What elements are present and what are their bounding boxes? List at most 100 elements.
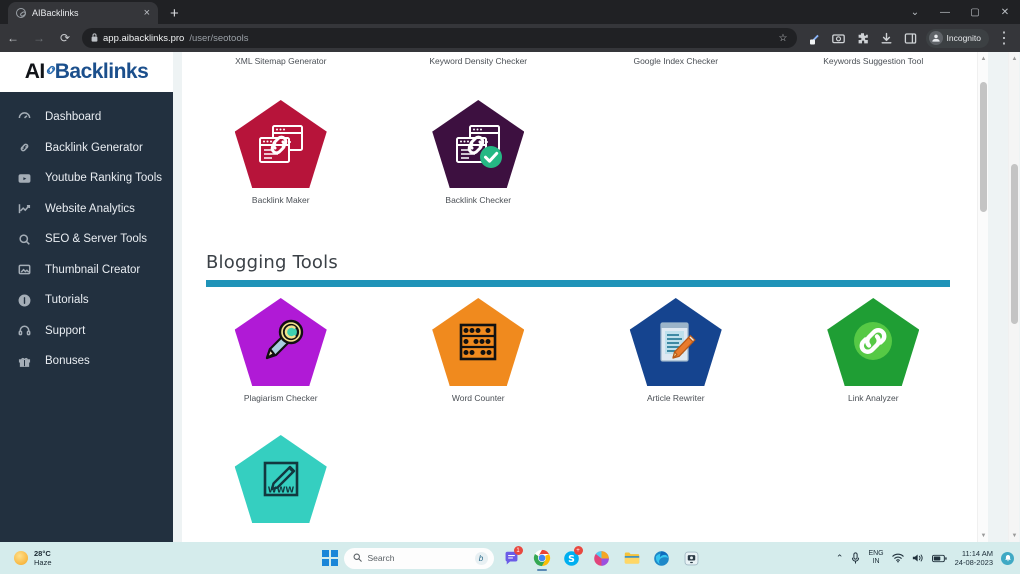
media-player-icon[interactable] (680, 545, 704, 571)
tool-tile-backlink-maker[interactable]: Backlink Maker (182, 100, 380, 205)
sidebar-item-support[interactable]: Support (0, 316, 173, 347)
mic-icon[interactable] (851, 552, 860, 564)
scroll-down-arrow-icon[interactable]: ▼ (978, 530, 988, 541)
windows-taskbar: 28°C Haze Search b 1 S + ⌃ ENG IN 11:14 … (0, 542, 1020, 574)
maximize-icon[interactable]: ▢ (960, 0, 990, 24)
sidebar-item-seo-server-tools[interactable]: SEO & Server Tools (0, 224, 173, 255)
incognito-avatar-icon (928, 31, 943, 45)
tab-strip: AIBacklinks × + ⌄ — ▢ ✕ (0, 0, 1020, 24)
sidebar-item-bonuses[interactable]: Bonuses (0, 346, 173, 377)
minimize-icon[interactable]: — (930, 0, 960, 24)
sidebar-item-dashboard[interactable]: Dashboard (0, 102, 173, 133)
content-scrollbar[interactable]: ▲ ▼ (977, 52, 988, 542)
tools-panel: XML Sitemap Generator Keyword Density Ch… (182, 52, 988, 542)
notification-icon[interactable] (1001, 551, 1014, 565)
chat-teams-icon[interactable]: 1 (500, 545, 524, 571)
language-line2: IN (872, 558, 880, 565)
scroll-up-arrow-icon[interactable]: ▲ (978, 53, 988, 64)
search-icon (18, 233, 31, 246)
tool-label-keyword-density-checker[interactable]: Keyword Density Checker (380, 56, 578, 66)
bing-icon[interactable]: b (474, 551, 488, 565)
wifi-icon[interactable] (891, 553, 904, 563)
microsoft-edge-icon[interactable] (650, 545, 674, 571)
incognito-indicator[interactable]: Incognito (925, 28, 989, 48)
start-button[interactable] (322, 550, 338, 566)
file-explorer-icon[interactable] (620, 545, 644, 571)
tool-tile-word-counter[interactable]: Word Counter (380, 298, 578, 403)
system-tray: ⌃ ENG IN 11:14 AM 24-08-2023 (836, 549, 1014, 568)
search-placeholder: Search (367, 553, 395, 563)
clock-date: 24-08-2023 (954, 558, 993, 567)
tray-overflow-chevron-icon[interactable]: ⌃ (836, 553, 844, 564)
backlink-checker-icon (432, 100, 525, 188)
close-icon[interactable]: × (144, 7, 150, 19)
page-scroll-up-arrow-icon[interactable]: ▲ (1009, 53, 1020, 64)
weather-condition: Haze (34, 558, 52, 567)
battery-icon[interactable] (931, 554, 947, 563)
blogging-tiles-row-2: WWW (182, 435, 972, 530)
taskbar-search-input[interactable]: Search b (343, 547, 494, 569)
blogging-tools-section-header: Blogging Tools (206, 252, 966, 287)
sidebar-item-tutorials[interactable]: Tutorials (0, 285, 173, 316)
tool-tile-label: Backlink Checker (445, 195, 512, 205)
tool-tile-plagiarism-checker[interactable]: Plagiarism Checker (182, 298, 380, 403)
tab-search-icon[interactable]: ⌄ (900, 0, 930, 24)
bookmark-star-icon[interactable]: ☆ (779, 33, 788, 44)
page-viewport: AI Backlinks Dashboard Backlink Generato… (0, 52, 1020, 542)
close-window-icon[interactable]: ✕ (990, 0, 1020, 24)
chat-badge-count: 1 (513, 546, 523, 555)
taskbar-center-group: Search b 1 S + (322, 545, 704, 571)
sidebar-item-backlink-generator[interactable]: Backlink Generator (0, 133, 173, 164)
extensions-puzzle-icon[interactable] (851, 24, 875, 52)
weather-temperature: 28°C (34, 548, 51, 558)
reload-icon[interactable]: ⟳ (52, 24, 78, 52)
content-scrollbar-thumb[interactable] (980, 82, 987, 212)
weather-widget[interactable]: 28°C Haze (0, 549, 52, 568)
downloads-icon[interactable] (875, 24, 899, 52)
back-icon[interactable]: ← (0, 24, 26, 52)
language-indicator[interactable]: ENG IN (868, 550, 883, 566)
sidebar-item-label: Thumbnail Creator (45, 263, 141, 276)
google-chrome-icon[interactable] (530, 545, 554, 571)
tool-label-keywords-suggestion-tool[interactable]: Keywords Suggestion Tool (775, 56, 973, 66)
tool-tile-article-rewriter[interactable]: Article Rewriter (577, 298, 775, 403)
sidebar-nav: Dashboard Backlink Generator Youtube Ran… (0, 92, 173, 377)
app-sidebar: AI Backlinks Dashboard Backlink Generato… (0, 52, 173, 542)
clock[interactable]: 11:14 AM 24-08-2023 (955, 549, 993, 568)
tile-empty-slot-4 (577, 435, 775, 530)
split-screen-icon[interactable] (899, 24, 923, 52)
skype-icon[interactable]: S + (560, 545, 584, 571)
sidebar-item-label: Bonuses (45, 355, 90, 368)
image-icon (18, 263, 31, 276)
tool-label-google-index-checker[interactable]: Google Index Checker (577, 56, 775, 66)
volume-icon[interactable] (912, 553, 924, 563)
colorful-swirl-icon[interactable] (590, 545, 614, 571)
backlink-tiles-row: Backlink Maker Backlink Checker (182, 100, 972, 205)
sidebar-item-youtube-ranking-tools[interactable]: Youtube Ranking Tools (0, 163, 173, 194)
browser-scrollbar-thumb[interactable] (1011, 164, 1018, 324)
edit-pencil-icon[interactable] (803, 24, 827, 52)
camera-icon[interactable] (827, 24, 851, 52)
brand-prefix: AI (24, 60, 46, 83)
forward-icon[interactable]: → (26, 24, 52, 52)
tool-label-xml-sitemap-generator[interactable]: XML Sitemap Generator (182, 56, 380, 66)
tool-tile-link-analyzer[interactable]: Link Analyzer (775, 298, 973, 403)
tool-tile-www-editor[interactable]: WWW (182, 435, 380, 530)
chrome-menu-icon[interactable]: ⋮ (992, 24, 1016, 52)
pencil-www-icon: WWW (234, 435, 327, 523)
new-tab-button[interactable]: + (170, 6, 179, 24)
brand-suffix: Backlinks (54, 60, 149, 83)
brand-logo[interactable]: AI Backlinks (0, 52, 173, 92)
magnifier-pencil-icon (234, 298, 327, 386)
address-bar[interactable]: app.aibacklinks.pro /user/seotools ☆ (82, 28, 797, 48)
sidebar-item-website-analytics[interactable]: Website Analytics (0, 194, 173, 225)
tool-tile-label: Backlink Maker (251, 195, 310, 205)
page-scroll-down-arrow-icon[interactable]: ▼ (1009, 530, 1020, 541)
tool-tile-backlink-checker[interactable]: Backlink Checker (380, 100, 578, 205)
tool-tile-label: Word Counter (451, 393, 505, 403)
browser-scrollbar[interactable]: ▲ ▼ (1008, 52, 1019, 542)
sidebar-item-thumbnail-creator[interactable]: Thumbnail Creator (0, 255, 173, 286)
browser-tab[interactable]: AIBacklinks × (8, 2, 158, 24)
browser-toolbar: ← → ⟳ app.aibacklinks.pro /user/seotools… (0, 24, 1020, 52)
info-icon (18, 294, 31, 307)
